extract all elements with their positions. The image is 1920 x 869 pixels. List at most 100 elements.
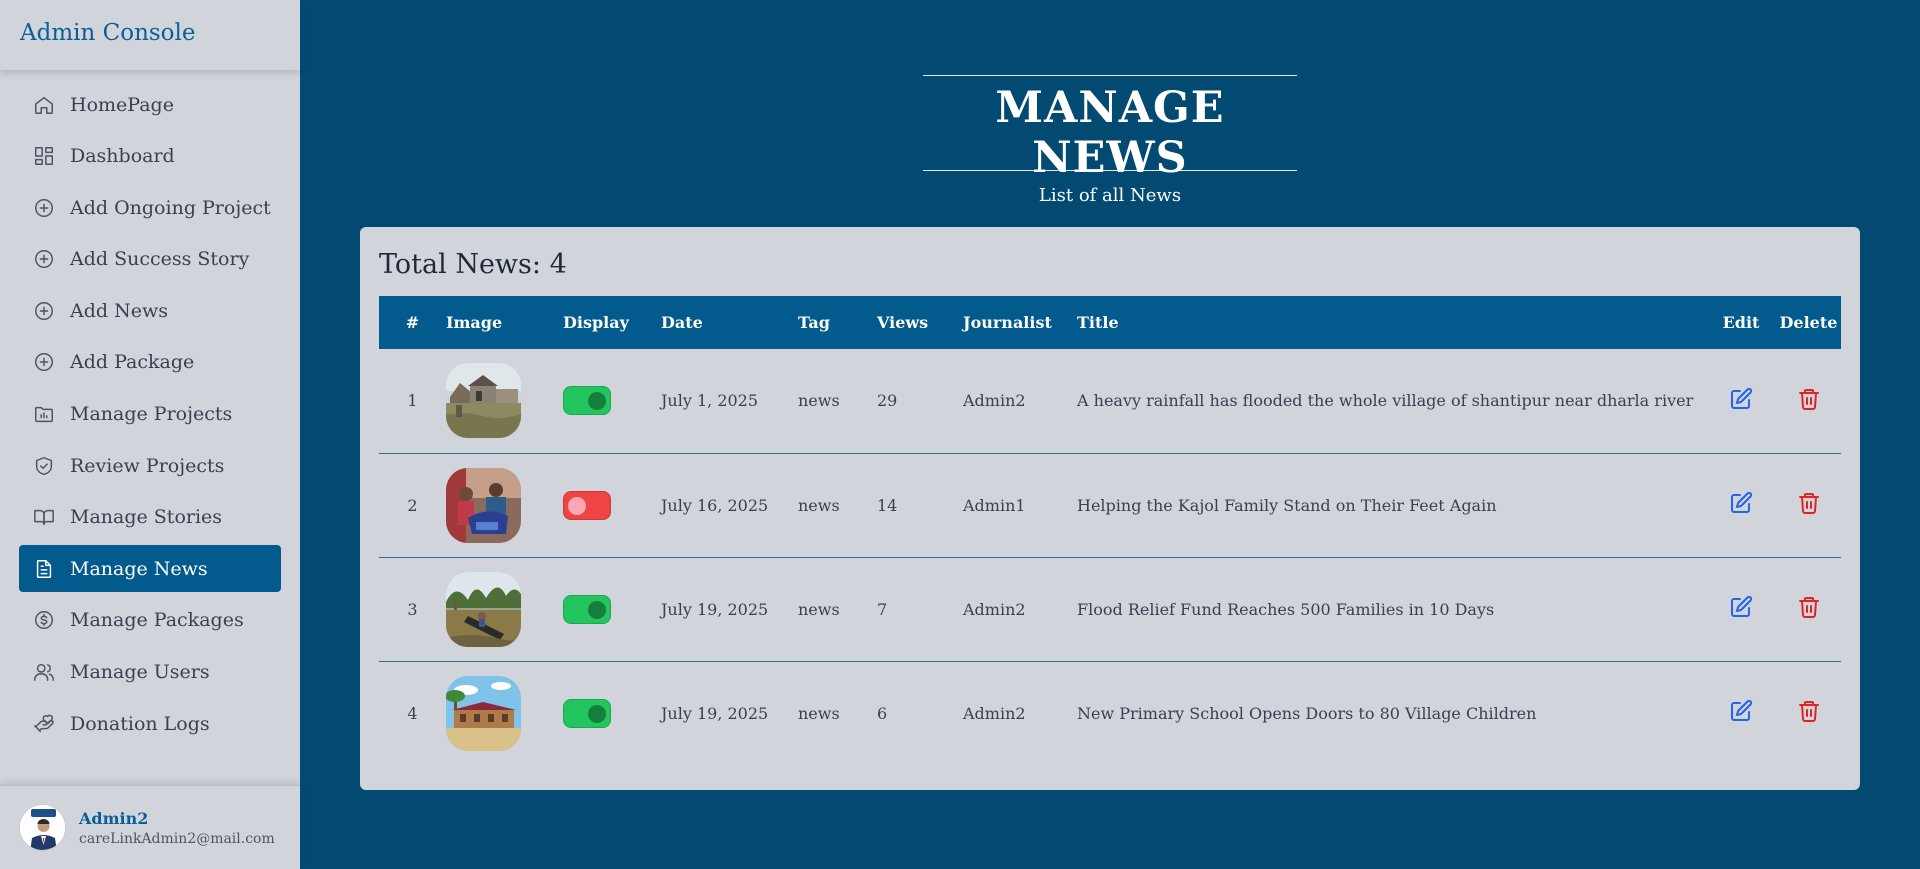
row-tag: news: [798, 599, 840, 619]
sidebar-item-dashboard[interactable]: Dashboard: [19, 133, 281, 180]
news-table: # Image Display Date Tag Views Journalis…: [379, 296, 1841, 765]
sidebar-item-label: Add Package: [70, 351, 195, 374]
sidebar-item-label: Manage News: [70, 557, 208, 580]
sidebar-item-manage-packages[interactable]: Manage Packages: [19, 597, 281, 644]
user-email: careLinkAdmin2@mail.com: [79, 830, 275, 847]
sidebar-item-label: Donation Logs: [70, 712, 210, 735]
sidebar-item-manage-stories[interactable]: Manage Stories: [19, 494, 281, 541]
sidebar: Admin Console HomePage Dashboard Add Ong…: [0, 0, 300, 869]
row-title: Helping the Kajol Family Stand on Their …: [1077, 495, 1497, 515]
display-toggle[interactable]: [563, 490, 611, 520]
col-header-views: Views: [877, 313, 929, 332]
table-row: 1 July 1, 2025 news 29 Admin2 A heavy ra…: [379, 349, 1841, 453]
table-row: 3 July 19, 2025 news 7 Admin2 Flood Reli…: [379, 557, 1841, 661]
plus-circle-icon: [32, 350, 56, 374]
row-views: 29: [877, 391, 898, 411]
row-display-cell: [563, 349, 661, 453]
sidebar-item-label: Add Ongoing Project: [70, 196, 271, 219]
display-toggle[interactable]: [563, 698, 611, 728]
row-journalist: Admin2: [963, 703, 1026, 723]
trash-icon[interactable]: [1776, 661, 1841, 765]
plus-circle-icon: [32, 299, 56, 323]
row-date: July 19, 2025: [661, 599, 769, 619]
row-tag: news: [798, 703, 840, 723]
row-tag: news: [798, 495, 840, 515]
user-name: Admin2: [79, 808, 149, 828]
row-views: 7: [877, 599, 888, 619]
total-news-count: Total News: 4: [379, 249, 567, 280]
table-header-row: # Image Display Date Tag Views Journalis…: [379, 296, 1841, 349]
sidebar-item-add-success-story[interactable]: Add Success Story: [19, 236, 281, 283]
row-title: A heavy rainfall has flooded the whole v…: [1077, 391, 1694, 411]
display-toggle[interactable]: [563, 594, 611, 624]
row-journalist: Admin1: [963, 495, 1026, 515]
edit-icon[interactable]: [1706, 453, 1776, 557]
sidebar-item-label: Add Success Story: [70, 248, 250, 271]
sidebar-item-manage-projects[interactable]: Manage Projects: [19, 391, 281, 438]
trash-icon[interactable]: [1776, 557, 1841, 661]
row-journalist: Admin2: [963, 391, 1026, 411]
plus-circle-icon: [32, 247, 56, 271]
sidebar-item-label: Dashboard: [70, 145, 175, 168]
sidebar-item-add-package[interactable]: Add Package: [19, 339, 281, 386]
row-date: July 16, 2025: [661, 495, 769, 515]
primary-school-thumbnail: [446, 675, 521, 751]
row-image-cell: [446, 349, 563, 453]
row-number: 1: [407, 391, 418, 411]
row-views: 14: [877, 495, 898, 515]
sidebar-item-add-news[interactable]: Add News: [19, 287, 281, 334]
row-image-cell: [446, 661, 563, 765]
edit-icon[interactable]: [1706, 661, 1776, 765]
row-title: Flood Relief Fund Reaches 500 Families i…: [1077, 599, 1495, 619]
toggle-knob: [588, 392, 606, 411]
sidebar-item-homepage[interactable]: HomePage: [19, 81, 281, 128]
trash-icon[interactable]: [1776, 453, 1841, 557]
dashboard-icon: [32, 144, 56, 168]
flooded-village-thumbnail: [446, 363, 521, 439]
user-profile[interactable]: Admin2 careLinkAdmin2@mail.com: [0, 785, 300, 869]
sidebar-item-review-projects[interactable]: Review Projects: [19, 442, 281, 489]
sidebar-item-label: Review Projects: [70, 454, 225, 477]
brand-title[interactable]: Admin Console: [0, 0, 300, 70]
sidebar-item-manage-news[interactable]: Manage News: [19, 545, 281, 593]
col-header-date: Date: [661, 313, 703, 332]
news-card: Total News: 4 # Image Display Date Tag V…: [360, 227, 1860, 790]
page-title: MANAGE NEWS: [995, 83, 1225, 183]
plus-circle-icon: [32, 196, 56, 220]
sidebar-item-label: Manage Users: [70, 661, 210, 684]
edit-icon[interactable]: [1706, 557, 1776, 661]
col-header-number: #: [405, 313, 420, 332]
col-header-image: Image: [446, 313, 503, 332]
row-display-cell: [563, 453, 661, 557]
user-info: Admin2 careLinkAdmin2@mail.com: [79, 809, 275, 847]
sidebar-item-manage-users[interactable]: Manage Users: [19, 649, 281, 696]
page-subtitle: List of all News: [1038, 185, 1182, 206]
edit-icon[interactable]: [1706, 349, 1776, 453]
row-date: July 19, 2025: [661, 703, 769, 723]
shield-check-icon: [32, 454, 56, 478]
home-icon: [32, 93, 56, 117]
dollar-circle-icon: [32, 608, 56, 632]
sidebar-item-donation-logs[interactable]: Donation Logs: [19, 700, 281, 747]
col-header-journalist: Journalist: [963, 313, 1052, 332]
row-journalist: Admin2: [963, 599, 1026, 619]
display-toggle[interactable]: [563, 386, 611, 416]
row-views: 6: [877, 703, 888, 723]
toggle-knob: [568, 496, 586, 515]
flood-boat-thumbnail: [446, 571, 521, 647]
sidebar-item-label: Manage Projects: [70, 403, 233, 426]
row-number: 4: [407, 703, 418, 723]
trash-icon[interactable]: [1776, 349, 1841, 453]
document-icon: [32, 557, 56, 581]
folder-chart-icon: [32, 402, 56, 426]
sidebar-item-label: HomePage: [70, 93, 174, 116]
avatar: [19, 804, 66, 851]
users-icon: [32, 660, 56, 684]
table-row: 4 July 19, 2025 news 6 Admin2 New Primar…: [379, 661, 1841, 765]
row-title: New Primary School Opens Doors to 80 Vil…: [1077, 703, 1537, 723]
page-header: MANAGE NEWS List of all News: [923, 75, 1297, 206]
row-tag: news: [798, 391, 840, 411]
row-display-cell: [563, 557, 661, 661]
book-icon: [32, 505, 56, 529]
sidebar-item-add-ongoing-project[interactable]: Add Ongoing Project: [19, 184, 281, 231]
